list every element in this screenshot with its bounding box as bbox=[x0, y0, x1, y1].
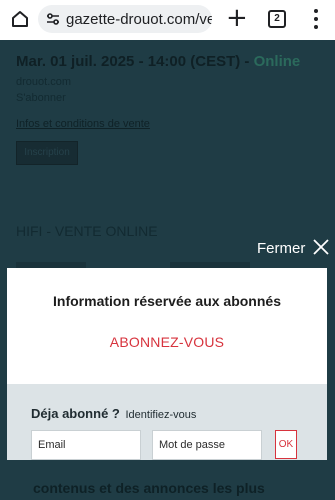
modal-title: Information réservée aux abonnés bbox=[53, 293, 281, 309]
close-icon[interactable] bbox=[313, 239, 329, 255]
bottom-text: contenus et des annonces les plus bbox=[33, 480, 265, 496]
subscribe-link: S'abonner bbox=[16, 92, 66, 104]
sale-date: Mar. 01 juil. 2025 - 14:00 (CEST) - Onli… bbox=[16, 53, 301, 70]
login-panel: Déja abonné ? Identifiez-vous OK bbox=[7, 384, 327, 460]
sale-conditions-link: Infos et conditions de vente bbox=[16, 118, 150, 130]
paywall-modal: Information réservée aux abonnés ABONNEZ… bbox=[7, 268, 327, 460]
password-field[interactable] bbox=[152, 430, 262, 460]
browser-toolbar: gazette-drouot.com/ver + 2 bbox=[0, 0, 335, 40]
tab-count-button[interactable]: 2 bbox=[268, 10, 286, 28]
ok-button[interactable]: OK bbox=[275, 430, 297, 459]
sale-title: HIFI - VENTE ONLINE bbox=[16, 223, 158, 239]
close-label[interactable]: Fermer bbox=[257, 240, 305, 257]
sale-house: drouot.com bbox=[16, 76, 72, 88]
email-field[interactable] bbox=[31, 430, 141, 460]
home-icon[interactable] bbox=[10, 9, 30, 29]
identify-text: Identifiez-vous bbox=[125, 409, 197, 421]
subscribe-link[interactable]: ABONNEZ-VOUS bbox=[7, 334, 327, 350]
site-settings-icon[interactable] bbox=[44, 10, 62, 28]
new-tab-icon[interactable]: + bbox=[226, 4, 248, 32]
url-text[interactable]: gazette-drouot.com/ver bbox=[66, 11, 212, 28]
online-badge: Online bbox=[253, 53, 301, 70]
address-bar[interactable]: gazette-drouot.com/ver bbox=[38, 5, 212, 33]
already-subscribed-label: Déja abonné ? Identifiez-vous bbox=[31, 406, 197, 421]
more-menu-icon[interactable] bbox=[314, 9, 318, 29]
register-button: Inscription bbox=[16, 141, 78, 165]
